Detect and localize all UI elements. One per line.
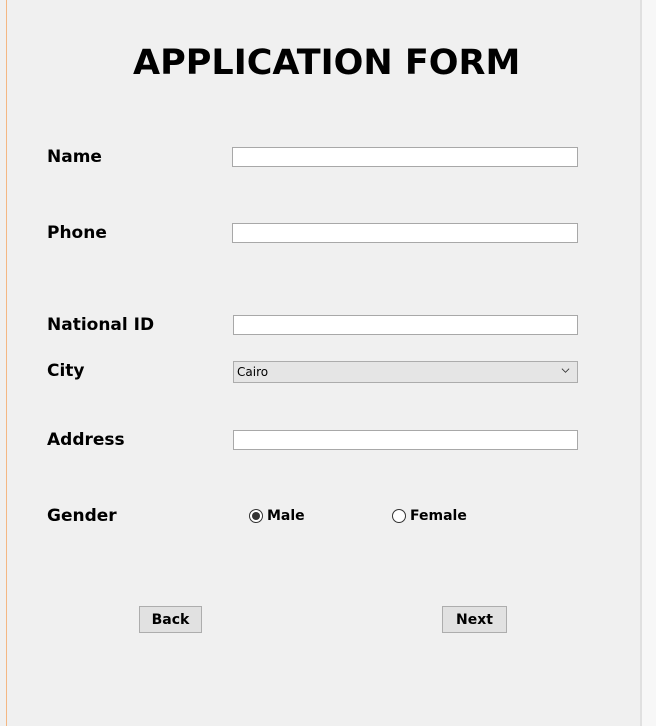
name-input[interactable] [232,147,578,167]
page-title: APPLICATION FORM [133,43,521,83]
radio-unchecked-icon[interactable] [392,509,406,523]
gender-label: Gender [47,506,117,526]
address-input[interactable] [233,430,578,450]
phone-input[interactable] [232,223,578,243]
gender-radio-female-label: Female [410,508,467,524]
address-label: Address [47,430,125,450]
city-label: City [47,361,85,381]
city-select[interactable]: Cairo [233,361,578,383]
next-button[interactable]: Next [442,606,507,633]
phone-label: Phone [47,223,107,243]
city-select-value: Cairo [237,365,269,379]
national-id-label: National ID [47,315,155,335]
gender-radio-female[interactable]: Female [392,508,467,524]
radio-checked-icon[interactable] [249,509,263,523]
chevron-down-icon [561,368,570,373]
back-button[interactable]: Back [139,606,202,633]
gender-radio-male-label: Male [267,508,305,524]
window-scrollbar[interactable] [640,0,656,726]
name-label: Name [47,147,102,167]
window-left-border [0,0,7,726]
application-form-window: APPLICATION FORM Name Phone National ID … [0,0,656,726]
gender-radio-male[interactable]: Male [249,508,305,524]
national-id-input[interactable] [233,315,578,335]
